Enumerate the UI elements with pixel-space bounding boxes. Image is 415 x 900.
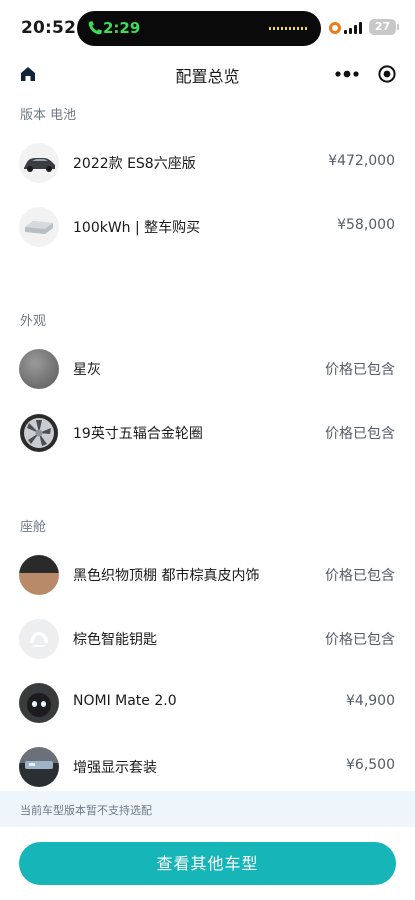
config-row-interior[interactable]: 黑色织物顶棚 都市棕真皮内饰 价格已包含 [0,543,415,607]
call-duration: 2:29 [103,19,141,37]
config-item-label: 100kWh | 整车购买 [73,220,201,236]
paint-swatch-thumbnail [19,349,59,389]
notice-bar: 当前车型版本暂不支持选配 [0,791,415,827]
config-row-battery[interactable]: 100kWh | 整车购买 ¥58,000 [0,195,415,259]
config-item-label: 增强显示套装 [73,760,157,776]
car-thumbnail [19,143,59,183]
mini-program-capsule [323,58,409,90]
notice-text: 当前车型版本暂不支持选配 [20,804,152,817]
dynamic-island[interactable]: 2:29 [77,11,321,46]
section-title-version-battery: 版本 电池 [20,108,77,123]
config-item-price: 价格已包含 [325,362,395,378]
config-item-label: 棕色智能钥匙 [73,632,157,648]
recording-dot-icon [329,22,341,34]
config-item-label: 2022款 ES8六座版 [73,156,196,172]
nav-bar: 配置总览 [0,56,415,92]
wheel-thumbnail [19,413,59,453]
config-row-nomi[interactable]: NOMI Mate 2.0 ¥4,900 [0,671,415,735]
config-item-price: 价格已包含 [325,632,395,648]
target-icon[interactable] [378,65,396,83]
config-row-display[interactable]: 增强显示套装 ¥6,500 [0,735,415,791]
view-other-models-button[interactable]: 查看其他车型 [19,842,396,885]
signal-icon [344,22,364,34]
config-item-price: ¥472,000 [328,153,395,169]
status-time: 20:52 [21,18,77,38]
display-thumbnail [19,747,59,787]
config-item-label: 19英寸五辐合金轮圈 [73,426,203,442]
config-row-wheel[interactable]: 19英寸五辐合金轮圈 价格已包含 [0,401,415,465]
config-item-label: 黑色织物顶棚 都市棕真皮内饰 [73,568,260,584]
nomi-thumbnail [19,683,59,723]
config-row-version[interactable]: 2022款 ES8六座版 ¥472,000 [0,131,415,195]
battery-icon: 27 [369,19,399,35]
config-item-price: ¥6,500 [346,757,395,773]
config-row-key[interactable]: 棕色智能钥匙 价格已包含 [0,607,415,671]
key-thumbnail [19,619,59,659]
config-item-price: 价格已包含 [325,426,395,442]
config-item-price: ¥4,900 [346,693,395,709]
config-row-paint[interactable]: 星灰 价格已包含 [0,337,415,401]
audio-wave-icon [269,27,309,30]
section-title-cabin: 座舱 [20,520,47,535]
config-item-label: NOMI Mate 2.0 [73,693,177,709]
battery-pack-thumbnail [19,207,59,247]
config-item-price: 价格已包含 [325,568,395,584]
more-icon[interactable] [333,67,361,81]
section-title-exterior: 外观 [20,314,47,329]
phone-icon [88,21,102,35]
interior-swatch-thumbnail [19,555,59,595]
config-item-price: ¥58,000 [337,217,395,233]
config-item-label: 星灰 [73,362,101,378]
status-bar: 20:52 2:29 27 [0,0,415,56]
